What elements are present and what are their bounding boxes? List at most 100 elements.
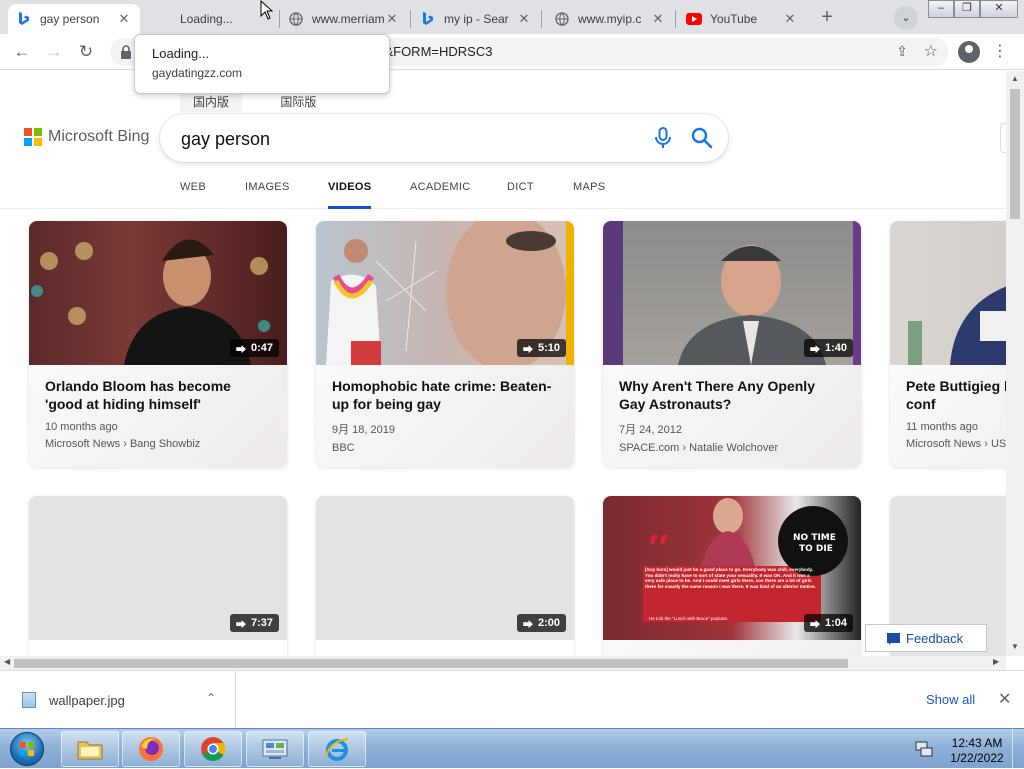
close-icon[interactable]: ✕: [516, 11, 532, 27]
tab-myip[interactable]: www.myip.c ✕: [546, 4, 674, 34]
video-card[interactable]: ⮕ 7:37: [29, 496, 287, 656]
bing-icon: [420, 11, 436, 27]
duration-text: 7:37: [250, 617, 273, 629]
video-card[interactable]: ⮕ 2:00: [316, 496, 574, 656]
close-icon[interactable]: ✕: [650, 11, 666, 27]
close-icon[interactable]: ✕: [384, 11, 400, 27]
network-icon[interactable]: [915, 741, 933, 757]
video-source: SPACE.com › Natalie Wolchover: [619, 442, 779, 454]
tab-youtube[interactable]: YouTube ✕: [678, 4, 806, 34]
video-source: Microsoft News › US: [906, 438, 1006, 450]
back-button[interactable]: ←: [10, 40, 34, 64]
control-panel-icon: [262, 739, 288, 759]
share-icon[interactable]: ⇪: [896, 43, 908, 60]
video-title[interactable]: Orlando Bloom has become 'good at hiding…: [45, 377, 271, 415]
video-card[interactable]: NO TIME TO DIE [Gay bars] would just be …: [603, 496, 861, 656]
duration-text: 0:47: [250, 342, 273, 354]
tab-my-ip-search[interactable]: my ip - Sear ✕: [412, 4, 540, 34]
globe-icon: [554, 11, 570, 27]
video-source: BBC: [332, 442, 355, 454]
scroll-up-icon[interactable]: ▲: [1010, 74, 1020, 84]
video-info: Orlando Bloom has become 'good at hiding…: [29, 365, 287, 467]
restore-button[interactable]: ❐: [954, 0, 980, 18]
video-title[interactable]: Pete Buttigieg be gay Senate-conf: [906, 377, 1006, 415]
scrollbar-thumb[interactable]: [1010, 89, 1020, 219]
scrollbar-thumb[interactable]: [14, 659, 848, 668]
clock-time: 12:43 AM: [951, 736, 1003, 750]
video-duration-badge: ⮕ 5:10: [516, 339, 566, 357]
video-info: [316, 640, 574, 656]
chrome-icon: [201, 737, 226, 762]
show-all-downloads-link[interactable]: Show all: [926, 692, 975, 707]
bing-logo[interactable]: Microsoft Bing: [24, 128, 149, 146]
search-scope-tabs: WEB IMAGES VIDEOS ACADEMIC DICT MAPS: [0, 179, 1006, 209]
scope-videos[interactable]: VIDEOS: [328, 181, 372, 209]
video-card[interactable]: ⮕ 5:10 Homophobic hate crime: Beaten-up f…: [316, 221, 574, 467]
tab-merriam[interactable]: www.merriam ✕: [280, 4, 408, 34]
lang-link-domestic[interactable]: 国内版: [180, 91, 243, 112]
minimize-button[interactable]: –: [928, 0, 954, 18]
taskbar-internet-explorer[interactable]: [308, 731, 366, 767]
taskbar-firefox[interactable]: [122, 731, 180, 767]
feedback-bubble-icon: [887, 633, 900, 645]
close-icon[interactable]: ✕: [782, 11, 798, 27]
scope-images[interactable]: IMAGES: [245, 181, 290, 209]
page-viewport: 国内版 国际版 Microsoft Bing gay person WEB IM…: [0, 71, 1006, 656]
tab-search-button[interactable]: ⌄: [894, 6, 918, 30]
start-button[interactable]: [2, 730, 52, 768]
share-arrow-icon: ⮕: [235, 344, 246, 356]
scroll-down-icon[interactable]: ▼: [1010, 642, 1020, 652]
close-icon[interactable]: ✕: [998, 689, 1011, 709]
menu-dots-icon[interactable]: ⋮: [990, 40, 1010, 64]
video-title[interactable]: Homophobic hate crime: Beaten-up for bei…: [332, 377, 558, 415]
taskbar-explorer[interactable]: [61, 731, 119, 767]
mouse-cursor-icon: [260, 0, 274, 20]
close-window-button[interactable]: ✕: [980, 0, 1018, 18]
profile-avatar-icon[interactable]: [958, 41, 980, 63]
reload-button[interactable]: ↻: [74, 40, 98, 64]
feedback-button[interactable]: Feedback: [865, 624, 987, 652]
svg-text:NO TIME: NO TIME: [793, 533, 836, 543]
video-card[interactable]: Pete Buttigieg be gay Senate-conf 11 mon…: [890, 221, 1006, 467]
taskbar-chrome[interactable]: [184, 731, 242, 767]
video-title[interactable]: Why Aren't There Any Openly Gay Astronau…: [619, 377, 845, 415]
tab-hover-card: Loading... gaydatingzz.com: [134, 34, 390, 94]
microphone-icon[interactable]: [654, 127, 672, 149]
chevron-up-icon[interactable]: ⌃: [206, 691, 216, 705]
video-thumbnail: [890, 496, 1006, 640]
scope-dict[interactable]: DICT: [507, 181, 534, 209]
youtube-icon: [686, 11, 702, 27]
scope-web[interactable]: WEB: [180, 181, 206, 209]
video-card[interactable]: ⮕ 1:40 Why Aren't There Any Openly Gay As…: [603, 221, 861, 467]
taskbar-control-panel[interactable]: [246, 731, 304, 767]
lang-link-international[interactable]: 国际版: [267, 91, 329, 112]
video-date: 9月 18, 2019: [332, 424, 395, 436]
hover-card-url: gaydatingzz.com: [152, 66, 243, 80]
video-thumbnail: [890, 221, 1006, 365]
image-file-icon: [22, 692, 36, 708]
bookmark-star-icon[interactable]: ☆: [924, 41, 938, 61]
tab-gay-person[interactable]: gay person ✕: [8, 4, 140, 34]
video-card[interactable]: ⮕ 0:47 Orlando Bloom has become 'good at …: [29, 221, 287, 467]
forward-button[interactable]: →: [42, 40, 66, 64]
arrow-right-icon: →: [45, 42, 63, 61]
scroll-left-icon[interactable]: ◀: [4, 657, 10, 666]
search-icon[interactable]: [691, 127, 713, 149]
search-query[interactable]: gay person: [181, 129, 270, 150]
system-clock[interactable]: 12:43 AM 1/22/2022: [945, 736, 1009, 766]
bing-logo-text: Microsoft Bing: [48, 128, 150, 145]
scroll-right-icon[interactable]: ▶: [993, 657, 999, 666]
folder-icon: [77, 741, 103, 760]
lock-icon[interactable]: [120, 45, 132, 59]
video-info: Pete Buttigieg be gay Senate-conf 11 mon…: [890, 365, 1006, 467]
tab-title: Loading...: [180, 12, 233, 26]
scope-maps[interactable]: MAPS: [573, 181, 605, 209]
search-box[interactable]: gay person: [160, 114, 728, 162]
vertical-scrollbar[interactable]: ▲ ▼: [1006, 71, 1024, 656]
scope-academic[interactable]: ACADEMIC: [410, 181, 470, 209]
horizontal-scrollbar[interactable]: ◀ ▶: [0, 656, 1006, 670]
close-icon[interactable]: ✕: [116, 11, 132, 27]
new-tab-button[interactable]: +: [814, 6, 840, 30]
download-item[interactable]: wallpaper.jpg ⌃: [8, 671, 236, 729]
show-desktop-button[interactable]: [1012, 729, 1024, 769]
